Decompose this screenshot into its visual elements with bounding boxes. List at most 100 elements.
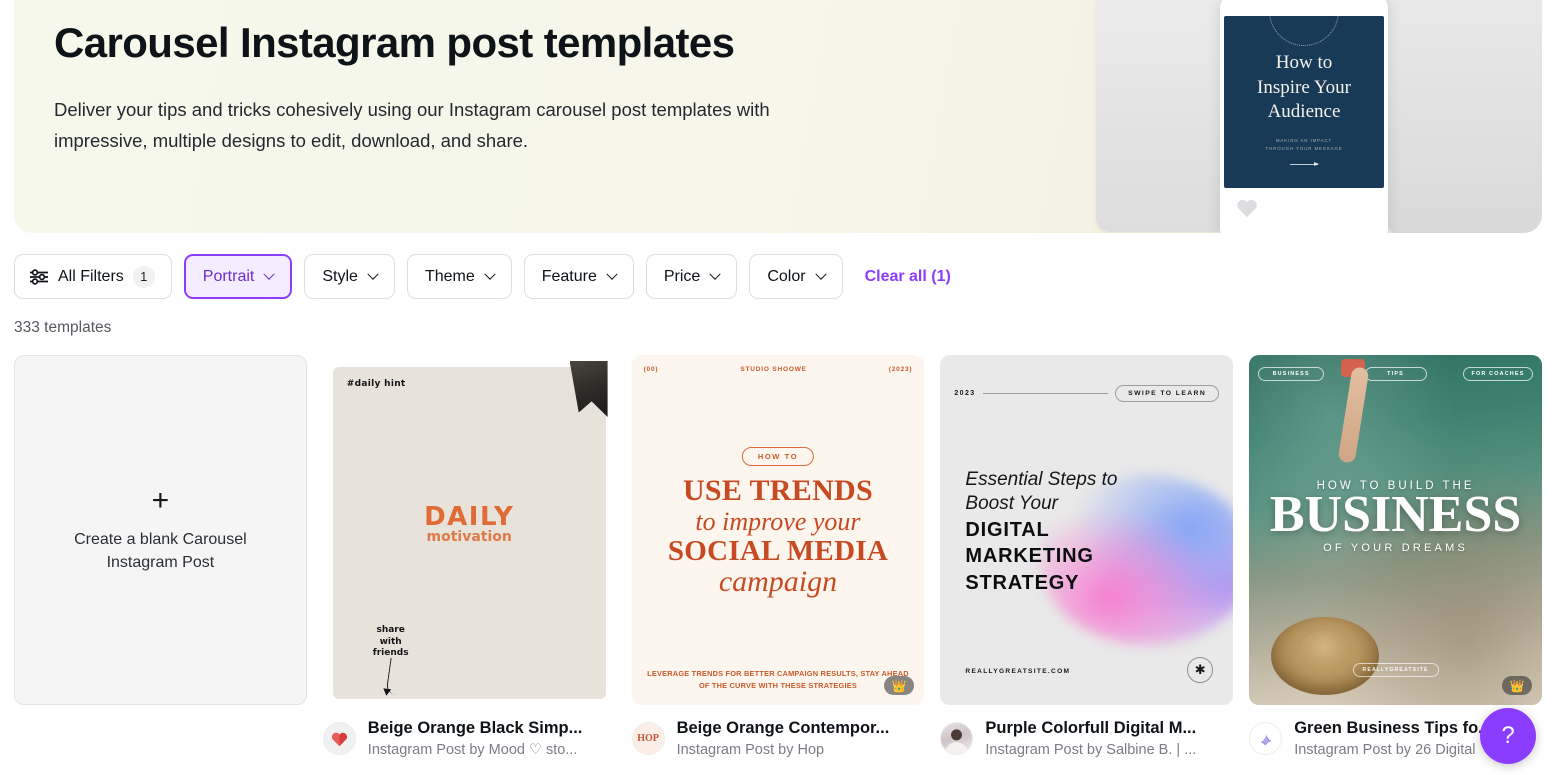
avatar[interactable] <box>322 722 356 755</box>
template-thumbnail[interactable]: (00) STUDIO SHOOWE (2023) HOW TO USE TRE… <box>631 355 925 705</box>
create-blank-label: Create a blank Carousel Instagram Post <box>74 530 247 571</box>
artwork-headline-italic: Essential Steps to Boost Your <box>965 469 1118 515</box>
artwork-line-1: USE TRENDS <box>682 474 873 507</box>
all-filters-button[interactable]: All Filters 1 <box>14 254 172 299</box>
artwork-year: 2023 <box>954 390 976 397</box>
premium-crown-badge: 👑 <box>884 676 915 695</box>
artwork-header-row: (00) STUDIO SHOOWE (2023) <box>643 366 913 373</box>
template-tile[interactable]: 2023 SWIPE TO LEARN Essential Steps to Bo… <box>940 355 1234 758</box>
template-grid: + Create a blank Carousel Instagram Post… <box>0 337 1556 758</box>
template-thumbnail[interactable]: 2023 SWIPE TO LEARN Essential Steps to Bo… <box>940 355 1234 705</box>
clear-all-filters-link[interactable]: Clear all (1) <box>865 268 951 286</box>
artwork-swipe-pill: SWIPE TO LEARN <box>1115 385 1220 402</box>
template-author[interactable]: Instagram Post by Mood ♡ sto... <box>368 742 583 758</box>
heart-icon <box>1237 199 1257 218</box>
filter-chip-price[interactable]: Price <box>645 254 738 299</box>
artwork-hat <box>1271 617 1380 695</box>
template-artwork: BUSINESS TIPS FOR COACHES HOW TO BUILD T… <box>1249 355 1542 705</box>
filter-chip-label: Price <box>663 267 701 285</box>
artwork-headline: DAILY <box>424 502 515 532</box>
template-title[interactable]: Green Business Tips fo... <box>1294 719 1492 738</box>
filter-chip-label: Feature <box>541 267 597 285</box>
filter-chip-portrait[interactable]: Portrait <box>183 254 293 299</box>
filter-bar: All Filters 1 Portrait Style Theme Featu… <box>0 233 1556 299</box>
template-thumbnail[interactable]: #daily hint DAILY motivation share with fr… <box>322 355 616 705</box>
template-title[interactable]: Purple Colorfull Digital M... <box>985 719 1196 738</box>
artwork-site: REALLYGREATSITE.COM <box>965 668 1071 675</box>
artwork-rule <box>982 393 1109 394</box>
template-tile[interactable]: #daily hint DAILY motivation share with fr… <box>322 355 616 758</box>
asterisk-icon: ✱ <box>1187 657 1214 683</box>
help-button[interactable]: ? <box>1480 708 1536 764</box>
artwork-footnote: share with friends <box>372 625 409 658</box>
results-count: 333 templates <box>14 319 112 336</box>
avatar[interactable]: HOP <box>631 722 665 755</box>
filter-chip-theme[interactable]: Theme <box>406 254 512 299</box>
chevron-down-icon <box>606 268 618 280</box>
hero-preview-mockups: How to Inspire Your Audience MAKING AN I… <box>1090 0 1542 233</box>
template-meta: Purple Colorfull Digital M... Instagram … <box>940 719 1233 758</box>
hop-avatar-icon: HOP <box>637 733 659 744</box>
chevron-down-icon <box>263 268 276 280</box>
template-meta: HOP Beige Orange Contempor... Instagram … <box>631 719 925 758</box>
artwork-pill: HOW TO <box>741 447 815 466</box>
chevron-down-icon <box>367 268 379 280</box>
filter-chip-label: Theme <box>424 267 475 285</box>
template-thumbnail[interactable]: BUSINESS TIPS FOR COACHES HOW TO BUILD T… <box>1249 355 1542 705</box>
hero-text-block: Carousel Instagram post templates Delive… <box>14 0 844 157</box>
sliders-icon <box>30 268 48 285</box>
avatar[interactable] <box>940 722 974 755</box>
logo-26-avatar-icon <box>1260 734 1272 746</box>
chevron-down-icon <box>814 268 827 280</box>
template-author[interactable]: Instagram Post by Salbine B. | ... <box>985 742 1196 758</box>
premium-crown-badge: 👑 <box>1501 676 1532 695</box>
hero-preview-card: How to Inspire Your Audience MAKING AN I… <box>1224 16 1384 188</box>
heart-avatar-icon <box>331 732 347 746</box>
mockup-left <box>1096 0 1228 232</box>
chevron-down-icon <box>484 268 496 280</box>
mockup-right <box>1386 0 1542 233</box>
question-mark-icon: ? <box>1501 722 1515 749</box>
template-author[interactable]: Instagram Post by 26 Digital <box>1294 742 1492 758</box>
template-artwork: 2023 SWIPE TO LEARN Essential Steps to Bo… <box>940 355 1234 705</box>
template-artwork: #daily hint DAILY motivation share with fr… <box>322 355 616 705</box>
artwork-tag: #daily hint <box>346 379 406 389</box>
mockup-center: How to Inspire Your Audience MAKING AN I… <box>1220 0 1388 233</box>
artwork-tag-center: TIPS <box>1364 367 1427 381</box>
create-blank-card[interactable]: + Create a blank Carousel Instagram Post <box>14 355 307 705</box>
arrow-right-icon <box>1290 162 1319 167</box>
filter-chip-feature[interactable]: Feature <box>523 254 634 299</box>
filter-chip-label: Color <box>767 267 806 285</box>
page-description: Deliver your tips and tricks cohesively … <box>54 98 770 152</box>
template-tile[interactable]: (00) STUDIO SHOOWE (2023) HOW TO USE TRE… <box>631 355 925 758</box>
artwork-tag-left: BUSINESS <box>1258 367 1325 381</box>
hero-preview-subtitle: MAKING AN IMPACT THROUGH YOUR MESSAGE <box>1265 138 1343 151</box>
chevron-down-icon <box>709 268 721 280</box>
decorative-arc-icon <box>1269 16 1339 46</box>
artwork-line-2: to improve your <box>695 507 861 536</box>
template-title[interactable]: Beige Orange Contempor... <box>677 719 890 738</box>
template-tile[interactable]: BUSINESS TIPS FOR COACHES HOW TO BUILD T… <box>1249 355 1542 758</box>
page-title: Carousel Instagram post templates <box>54 19 735 66</box>
artwork-line-3: SOCIAL MEDIA <box>667 535 889 567</box>
filter-chip-color[interactable]: Color <box>749 254 843 299</box>
artwork-line-4: campaign <box>718 565 838 598</box>
template-meta: Beige Orange Black Simp... Instagram Pos… <box>322 719 616 758</box>
avatar[interactable] <box>1249 722 1283 755</box>
template-author[interactable]: Instagram Post by Hop <box>677 742 890 758</box>
filter-chip-label: Style <box>322 267 358 285</box>
artwork-line-3: OF YOUR DREAMS <box>1323 542 1468 554</box>
artwork-footer: LEVERAGE TRENDS FOR BETTER CAMPAIGN RESU… <box>647 668 909 691</box>
person-avatar-icon <box>945 729 969 754</box>
artwork-top-row: 2023 SWIPE TO LEARN <box>954 385 1220 402</box>
filter-chip-label: Portrait <box>202 267 255 285</box>
filter-chip-style[interactable]: Style <box>304 254 395 299</box>
plus-icon: + <box>151 483 170 517</box>
artwork-arm <box>1337 366 1370 464</box>
all-filters-count-badge: 1 <box>132 265 155 288</box>
artwork-tag-right: FOR COACHES <box>1462 367 1533 381</box>
template-title[interactable]: Beige Orange Black Simp... <box>368 719 583 738</box>
hero-banner: Carousel Instagram post templates Delive… <box>14 0 1542 233</box>
blank-template-tile[interactable]: + Create a blank Carousel Instagram Post <box>14 355 307 758</box>
artwork-line-2: BUSINESS <box>1269 486 1522 543</box>
